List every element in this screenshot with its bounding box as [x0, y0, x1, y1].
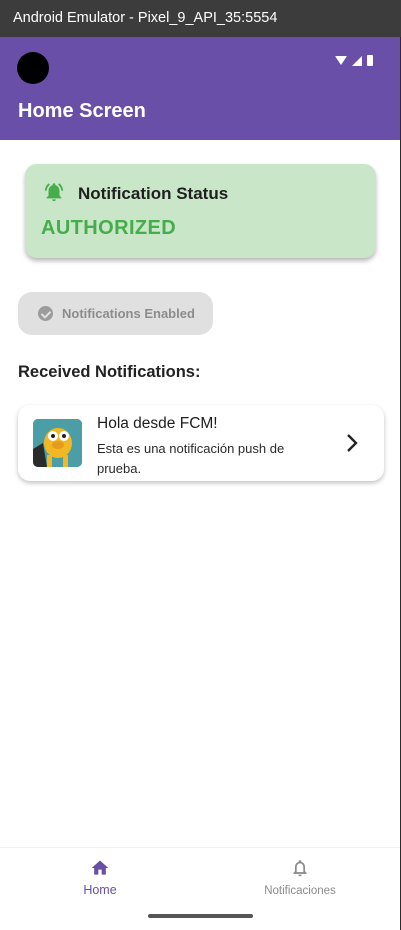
notifications-enabled-button[interactable]: Notifications Enabled [18, 292, 213, 335]
app-bar: Home Screen [0, 37, 400, 140]
bell-ringing-icon [44, 183, 64, 202]
wifi-icon [335, 56, 347, 65]
gesture-home-indicator[interactable] [148, 914, 253, 918]
notification-title: Hola desde FCM! [97, 415, 218, 432]
notifications-enabled-label: Notifications Enabled [62, 306, 195, 321]
bell-icon [293, 860, 307, 877]
page-title: Home Screen [18, 100, 146, 122]
status-bar-icons [335, 55, 373, 66]
received-notifications-heading: Received Notifications: [18, 363, 201, 381]
notification-list-item[interactable]: Hola desde FCM! Esta es una notificación… [18, 405, 384, 481]
device-screen: Home Screen Notification Status AUTHORIZ… [0, 37, 401, 930]
nav-item-notificaciones[interactable]: Notificaciones [200, 848, 400, 908]
jake-avatar-image [33, 419, 82, 467]
nav-item-home[interactable]: Home [0, 848, 200, 908]
notification-status-card: Notification Status AUTHORIZED [25, 164, 376, 258]
home-icon [91, 860, 109, 875]
status-value: AUTHORIZED [41, 217, 177, 239]
emulator-window-title: Android Emulator - Pixel_9_API_35:5554 [0, 0, 401, 37]
camera-cutout [17, 52, 49, 84]
notification-body: Esta es una notificación push de prueba. [97, 441, 285, 476]
nav-label-notificaciones: Notificaciones [264, 885, 336, 897]
signal-icon [352, 55, 362, 66]
status-card-title: Notification Status [78, 184, 229, 203]
battery-icon [367, 55, 373, 66]
check-circle-icon [38, 306, 53, 321]
nav-label-home: Home [83, 883, 117, 897]
chevron-right-icon [347, 434, 358, 452]
